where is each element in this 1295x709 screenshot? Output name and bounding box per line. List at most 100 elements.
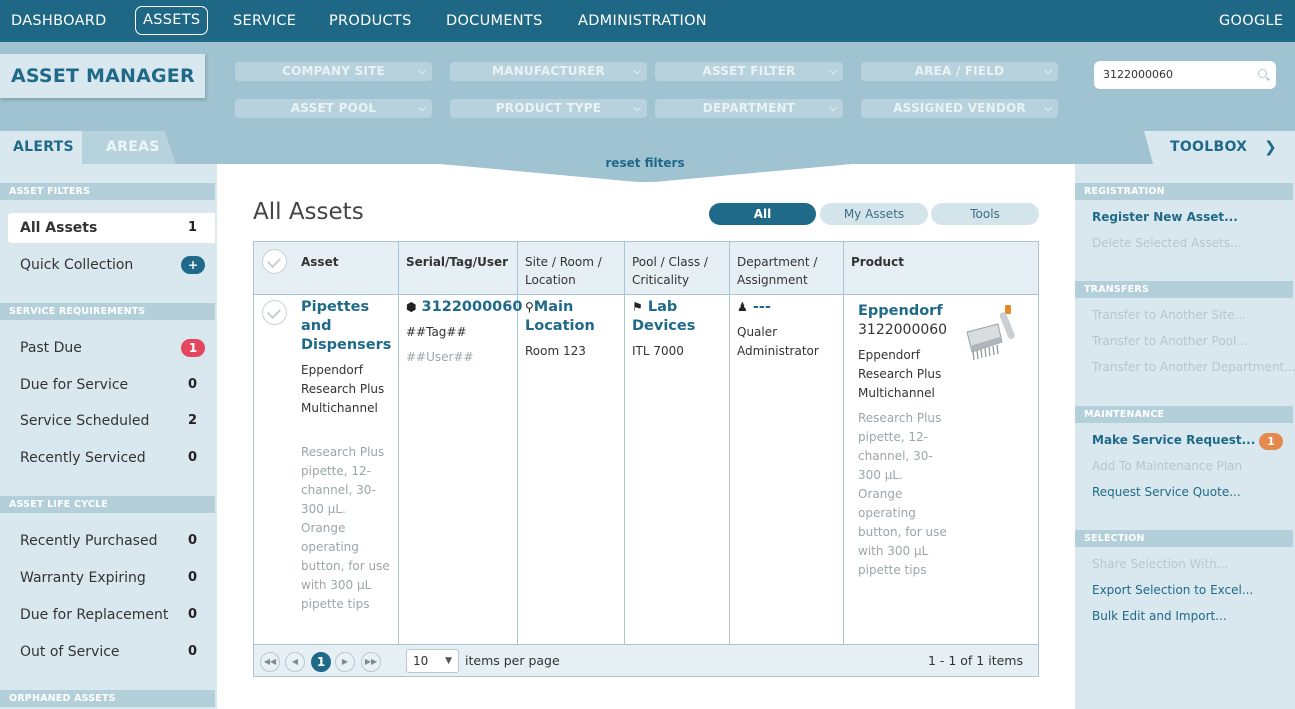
request-service-quote-link[interactable]: Request Service Quote... [1092, 485, 1241, 499]
make-service-request-link[interactable]: Make Service Request... [1092, 433, 1255, 447]
tab-areas[interactable]: AREAS [82, 131, 176, 164]
nav-products[interactable]: PRODUCTS [329, 0, 412, 42]
sidebar-item-due-for-replacement[interactable]: Due for Replacement 0 [8, 600, 215, 630]
department-link[interactable]: ♟ --- [737, 298, 771, 317]
asset-description: Research Plus pipette, 12-channel, 30-30… [301, 445, 390, 611]
column-divider [624, 242, 625, 644]
nav-google[interactable]: GOOGLE [1219, 0, 1283, 42]
site-link[interactable]: ⚲Main Location [525, 298, 617, 336]
transfer-site-link[interactable]: Transfer to Another Site... [1092, 308, 1246, 322]
count: 0 [187, 377, 197, 392]
sidebar-item-recently-serviced[interactable]: Recently Serviced 0 [8, 443, 215, 473]
sidebar-item-all-assets[interactable]: All Assets 1 [8, 213, 215, 243]
segment-all[interactable]: All [709, 203, 816, 225]
product-serial: 3122000060 [858, 322, 948, 338]
share-selection-link[interactable]: Share Selection With... [1092, 557, 1228, 571]
column-header-pool[interactable]: Pool / Class / Criticality [632, 253, 724, 289]
chevron-right-icon[interactable]: ❯ [1264, 131, 1277, 164]
department-value: --- [752, 299, 771, 315]
filter-company-site[interactable]: COMPANY SITE ⌵ [235, 62, 432, 81]
filter-label: PRODUCT TYPE [495, 101, 602, 115]
column-header-site[interactable]: Site / Room / Location [525, 253, 617, 289]
sidebar-item-label: Recently Purchased [20, 533, 158, 549]
bulk-edit-link[interactable]: Bulk Edit and Import... [1092, 609, 1227, 623]
product-name: Eppendorf Research Plus Multichannel [858, 348, 942, 400]
first-page-icon[interactable]: ◀◀ [260, 652, 280, 672]
filter-asset-pool[interactable]: ASSET POOL ⌵ [235, 99, 432, 118]
search-input[interactable]: 3122000060 [1094, 61, 1276, 89]
sidebar-item-label: All Assets [20, 220, 98, 236]
delete-selected-assets-link[interactable]: Delete Selected Assets... [1092, 236, 1242, 250]
assets-grid: Asset Serial/Tag/User Site / Room / Loca… [253, 241, 1039, 677]
next-page-icon[interactable]: ▶ [335, 652, 355, 672]
sidebar-item-out-of-service[interactable]: Out of Service 0 [8, 637, 215, 667]
last-page-icon[interactable]: ▶▶ [361, 652, 381, 672]
section-asset-filters: ASSET FILTERS [0, 183, 215, 200]
serial-link[interactable]: ⬢ 3122000060 [406, 298, 522, 317]
prev-page-icon[interactable]: ◀ [285, 652, 305, 672]
segment-tools[interactable]: Tools [931, 203, 1039, 225]
filter-manufacturer[interactable]: MANUFACTURER ⌵ [450, 62, 647, 81]
cube-icon: ⬢ [406, 300, 417, 314]
select-all-checkbox[interactable] [262, 249, 287, 274]
filter-department[interactable]: DEPARTMENT ⌵ [655, 99, 843, 118]
export-excel-link[interactable]: Export Selection to Excel... [1092, 583, 1253, 597]
column-header-product[interactable]: Product [851, 253, 904, 271]
tab-toolbox[interactable]: TOOLBOX ❯ [1144, 131, 1295, 164]
sidebar-item-due-for-service[interactable]: Due for Service 0 [8, 370, 215, 400]
user-icon: ♟ [737, 300, 748, 314]
nav-service[interactable]: SERVICE [233, 0, 296, 42]
sidebar-item-label: Recently Serviced [20, 450, 146, 466]
sidebar-item-past-due[interactable]: Past Due 1 [8, 333, 215, 363]
product-brand-link[interactable]: Eppendorf [858, 302, 943, 321]
add-maintenance-plan-link[interactable]: Add To Maintenance Plan [1092, 459, 1242, 473]
sidebar-item-service-scheduled[interactable]: Service Scheduled 2 [8, 406, 215, 436]
search-icon[interactable] [1258, 69, 1267, 78]
chevron-down-icon: ⌵ [1044, 103, 1052, 114]
section-orphaned-assets: ORPHANED ASSETS [0, 690, 215, 707]
current-page[interactable]: 1 [311, 652, 331, 672]
count: 0 [187, 644, 197, 659]
column-header-serial[interactable]: Serial/Tag/User [406, 253, 508, 271]
filter-label: ASSIGNED VENDOR [893, 101, 1026, 115]
per-page-value: 10 [413, 654, 429, 668]
filter-assigned-vendor[interactable]: ASSIGNED VENDOR ⌵ [861, 99, 1058, 118]
sidebar-item-label: Out of Service [20, 644, 120, 660]
column-divider [843, 242, 844, 644]
per-page-select[interactable]: 10 ▼ [406, 649, 459, 673]
sidebar-item-recently-purchased[interactable]: Recently Purchased 0 [8, 526, 215, 556]
count-badge: 1 [181, 339, 205, 357]
pager-summary: 1 - 1 of 1 items [927, 653, 1023, 668]
product-description: Research Plus pipette, 12-channel, 30-30… [858, 411, 947, 577]
register-new-asset-link[interactable]: Register New Asset... [1092, 210, 1238, 224]
search-value: 3122000060 [1103, 68, 1173, 81]
per-page-label: items per page [465, 653, 560, 668]
segment-my-assets[interactable]: My Assets [820, 203, 928, 225]
nav-administration[interactable]: ADMINISTRATION [578, 0, 707, 42]
sidebar-item-warranty-expiring[interactable]: Warranty Expiring 0 [8, 563, 215, 593]
reset-filters-link[interactable]: reset filters [585, 156, 705, 170]
sidebar-item-label: Due for Replacement [20, 607, 169, 623]
plus-icon[interactable]: + [181, 256, 205, 274]
row-checkbox[interactable] [262, 300, 287, 325]
asset-tag: ##Tag## [406, 325, 467, 339]
transfer-department-link[interactable]: Transfer to Another Department... [1092, 360, 1295, 374]
chevron-down-icon: ⌵ [633, 66, 641, 77]
sidebar-item-quick-collection[interactable]: Quick Collection + [8, 250, 215, 280]
asset-name-link[interactable]: Pipettes and Dispensers [301, 298, 393, 355]
column-header-department[interactable]: Department / Assignment [737, 253, 833, 289]
filter-area-field[interactable]: AREA / FIELD ⌵ [861, 62, 1058, 81]
filter-product-type[interactable]: PRODUCT TYPE ⌵ [450, 99, 647, 118]
tab-alerts[interactable]: ALERTS [0, 131, 82, 164]
pool-link[interactable]: ⚑ Lab Devices [632, 298, 724, 336]
transfer-pool-link[interactable]: Transfer to Another Pool... [1092, 334, 1248, 348]
nav-assets[interactable]: ASSETS [135, 6, 209, 35]
section-selection: SELECTION [1075, 530, 1293, 547]
filter-asset-filter[interactable]: ASSET FILTER ⌵ [655, 62, 843, 81]
column-header-asset[interactable]: Asset [301, 253, 338, 271]
nav-dashboard[interactable]: DASHBOARD [11, 0, 107, 42]
nav-documents[interactable]: DOCUMENTS [446, 0, 543, 42]
tag-icon: ⚑ [632, 300, 643, 314]
sidebar-item-label: Warranty Expiring [20, 570, 146, 586]
filter-label: MANUFACTURER [492, 64, 605, 78]
